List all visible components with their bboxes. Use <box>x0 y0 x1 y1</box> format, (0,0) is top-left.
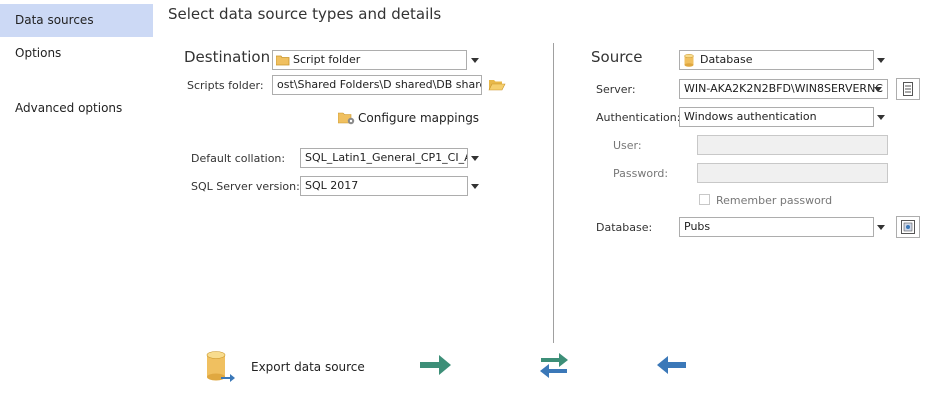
sidebar-item-options[interactable]: Options <box>0 37 153 70</box>
switch-arrows-icon[interactable] <box>539 350 569 383</box>
database-settings-icon <box>901 220 915 237</box>
default-collation-label: Default collation: <box>191 152 286 165</box>
server-label: Server: <box>596 83 636 96</box>
source-type-value: Database <box>700 53 753 66</box>
authentication-select[interactable]: Windows authentication <box>679 107 874 127</box>
configure-mappings-label: Configure mappings <box>358 111 480 125</box>
destination-type-select[interactable]: Script folder <box>272 50 467 70</box>
password-input[interactable] <box>697 163 888 183</box>
server-browse-button[interactable] <box>896 78 920 100</box>
source-title: Source <box>591 48 643 66</box>
chevron-down-icon[interactable] <box>877 58 885 63</box>
sidebar-item-advanced-options[interactable]: Advanced options <box>0 92 153 125</box>
export-data-source-icon[interactable] <box>206 351 236 386</box>
default-collation-select[interactable]: SQL_Latin1_General_CP1_CI_AS <box>300 148 468 168</box>
destination-type-value: Script folder <box>293 53 361 66</box>
authentication-value: Windows authentication <box>684 110 817 123</box>
remember-password-label: Remember password <box>716 194 833 207</box>
database-label: Database: <box>596 221 653 234</box>
export-data-source-label[interactable]: Export data source <box>251 360 365 374</box>
chevron-down-icon[interactable] <box>877 115 885 120</box>
sidebar-item-label: Options <box>15 46 62 60</box>
page-title: Select data source types and details <box>168 5 442 23</box>
chevron-down-icon[interactable] <box>471 58 479 63</box>
server-list-icon <box>903 82 913 99</box>
chevron-down-icon[interactable] <box>877 225 885 230</box>
remember-password-checkbox[interactable] <box>699 194 710 205</box>
server-value: WIN-AKA2K2N2BFD\WIN8SERVERNC <box>684 82 883 95</box>
vertical-divider <box>553 43 554 343</box>
arrow-right-icon[interactable] <box>420 353 452 380</box>
default-collation-value: SQL_Latin1_General_CP1_CI_AS <box>305 151 468 164</box>
scripts-folder-value: ost\Shared Folders\D shared\DB shared <box>277 78 482 91</box>
database-icon <box>684 54 694 69</box>
authentication-label: Authentication: <box>596 111 681 124</box>
scripts-folder-label: Scripts folder: <box>187 79 264 92</box>
folder-icon <box>275 54 290 69</box>
database-select[interactable]: Pubs <box>679 217 874 237</box>
sql-version-value: SQL 2017 <box>305 179 359 192</box>
database-browse-button[interactable] <box>896 216 920 238</box>
browse-folder-icon[interactable] <box>488 78 506 95</box>
user-label: User: <box>613 139 642 152</box>
sidebar-item-data-sources[interactable]: Data sources <box>0 4 153 37</box>
chevron-down-icon[interactable] <box>471 156 479 161</box>
destination-title: Destination <box>184 48 271 66</box>
sql-version-label: SQL Server version: <box>191 180 300 193</box>
chevron-down-icon[interactable] <box>874 87 882 92</box>
sidebar-item-label: Advanced options <box>15 101 123 115</box>
user-input[interactable] <box>697 135 888 155</box>
scripts-folder-input[interactable]: ost\Shared Folders\D shared\DB shared <box>272 75 482 95</box>
sql-version-select[interactable]: SQL 2017 <box>300 176 468 196</box>
source-type-select[interactable]: Database <box>679 50 874 70</box>
server-select[interactable]: WIN-AKA2K2N2BFD\WIN8SERVERNC <box>679 79 888 99</box>
chevron-down-icon[interactable] <box>471 184 479 189</box>
password-label: Password: <box>613 167 669 180</box>
arrow-left-icon[interactable] <box>656 354 686 379</box>
database-value: Pubs <box>684 220 711 233</box>
sidebar-item-label: Data sources <box>15 13 94 27</box>
folder-settings-icon <box>337 111 356 128</box>
